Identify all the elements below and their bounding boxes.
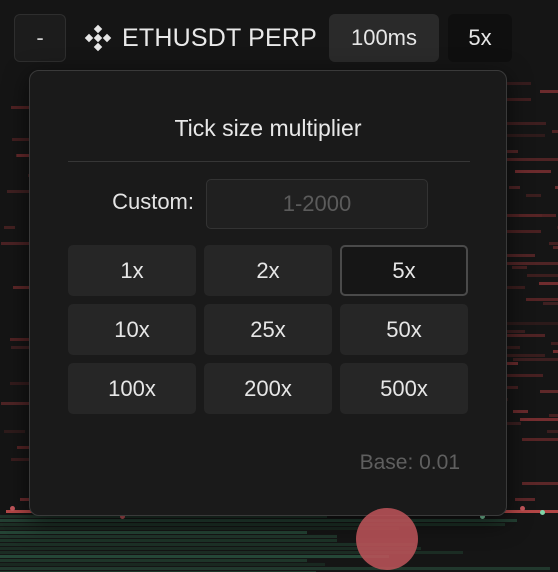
multiplier-option-50x[interactable]: 50x bbox=[340, 304, 468, 355]
collapse-button[interactable]: - bbox=[14, 14, 66, 62]
multiplier-option-10x[interactable]: 10x bbox=[68, 304, 196, 355]
multiplier-option-2x[interactable]: 2x bbox=[204, 245, 332, 296]
binance-logo-icon bbox=[84, 24, 112, 52]
multiplier-option-500x[interactable]: 500x bbox=[340, 363, 468, 414]
divider bbox=[68, 161, 470, 162]
tick-size-multiplier-modal: Tick size multiplier Custom: 1x 2x 5x 10… bbox=[29, 70, 507, 516]
ticker-name: ETHUSDT PERP bbox=[122, 23, 318, 52]
ticker-selector[interactable]: ETHUSDT PERP bbox=[84, 14, 317, 62]
modal-title: Tick size multiplier bbox=[174, 115, 362, 141]
custom-multiplier-input[interactable] bbox=[206, 179, 428, 229]
multiplier-options-grid: 1x 2x 5x 10x 25x 50x 100x 200x 500x bbox=[68, 245, 470, 414]
custom-label: Custom: bbox=[112, 189, 194, 214]
multiplier-option-25x[interactable]: 25x bbox=[204, 304, 332, 355]
top-toolbar: - ETHUSDT PERP 100ms 5x bbox=[0, 0, 558, 76]
multiplier-option-200x[interactable]: 200x bbox=[204, 363, 332, 414]
multiplier-option-5x[interactable]: 5x bbox=[340, 245, 468, 296]
tick-multiplier-button[interactable]: 5x bbox=[448, 14, 512, 62]
base-tick-size: Base: 0.01 bbox=[359, 451, 460, 474]
multiplier-option-1x[interactable]: 1x bbox=[68, 245, 196, 296]
interval-button[interactable]: 100ms bbox=[329, 14, 439, 62]
multiplier-option-100x[interactable]: 100x bbox=[68, 363, 196, 414]
trade-bubble bbox=[356, 508, 418, 570]
